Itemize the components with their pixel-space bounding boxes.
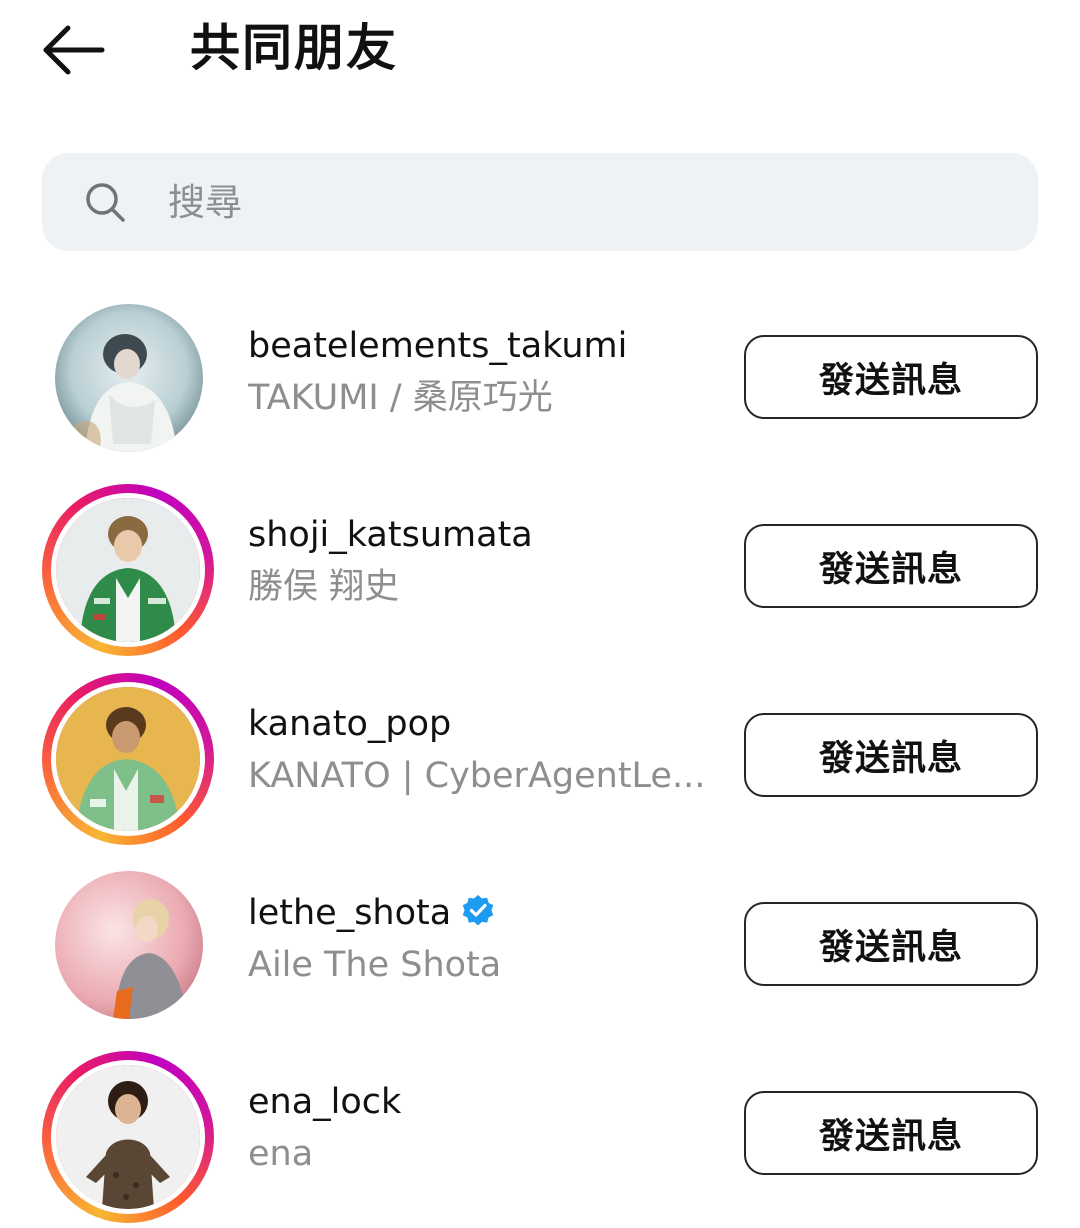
top-bar: 共同朋友 bbox=[0, 0, 1080, 100]
full-name: Aile The Shota bbox=[248, 945, 502, 985]
username-text: shoji_katsumata bbox=[248, 515, 533, 555]
list-item[interactable]: ena_lock ena 發送訊息 bbox=[0, 1039, 1080, 1228]
full-name: KANATO | CyberAgentLe... bbox=[248, 756, 706, 796]
send-message-button[interactable]: 發送訊息 bbox=[744, 1091, 1038, 1175]
username-text: kanato_pop bbox=[248, 704, 452, 744]
back-button[interactable] bbox=[40, 22, 106, 78]
search-bar[interactable] bbox=[42, 153, 1038, 251]
list-item[interactable]: lethe_shota Aile The Shota 發送訊息 bbox=[0, 850, 1080, 1039]
send-message-button[interactable]: 發送訊息 bbox=[744, 524, 1038, 608]
full-name: ena bbox=[248, 1134, 314, 1174]
username[interactable]: lethe_shota bbox=[248, 890, 495, 936]
avatar[interactable] bbox=[42, 673, 214, 845]
username[interactable]: beatelements_takumi bbox=[248, 323, 627, 369]
send-message-button[interactable]: 發送訊息 bbox=[744, 335, 1038, 419]
list-item[interactable]: beatelements_takumi TAKUMI / 桑原巧光 發送訊息 bbox=[0, 283, 1080, 472]
list-item[interactable]: shoji_katsumata 勝俣 翔史 發送訊息 bbox=[0, 472, 1080, 661]
page-title: 共同朋友 bbox=[190, 19, 398, 77]
search-icon bbox=[86, 183, 125, 222]
full-name: 勝俣 翔史 bbox=[248, 567, 400, 607]
arrow-left-icon bbox=[43, 25, 105, 75]
send-message-button[interactable]: 發送訊息 bbox=[744, 713, 1038, 797]
verified-badge-icon bbox=[462, 895, 494, 926]
avatar[interactable] bbox=[42, 1051, 214, 1223]
avatar[interactable] bbox=[42, 484, 214, 656]
username[interactable]: shoji_katsumata bbox=[248, 512, 533, 558]
list-item[interactable]: kanato_pop KANATO | CyberAgentLe... 發送訊息 bbox=[0, 661, 1080, 850]
username-text: ena_lock bbox=[248, 1082, 402, 1122]
username[interactable]: ena_lock bbox=[248, 1079, 401, 1125]
avatar[interactable] bbox=[42, 295, 214, 467]
full-name: TAKUMI / 桑原巧光 bbox=[248, 378, 553, 418]
username[interactable]: kanato_pop bbox=[248, 701, 451, 747]
mutual-friends-list: beatelements_takumi TAKUMI / 桑原巧光 發送訊息 s… bbox=[0, 283, 1080, 1228]
search-input[interactable] bbox=[168, 175, 988, 229]
send-message-button[interactable]: 發送訊息 bbox=[744, 902, 1038, 986]
username-text: beatelements_takumi bbox=[248, 326, 628, 366]
avatar[interactable] bbox=[42, 862, 214, 1034]
username-text: lethe_shota bbox=[248, 893, 452, 933]
